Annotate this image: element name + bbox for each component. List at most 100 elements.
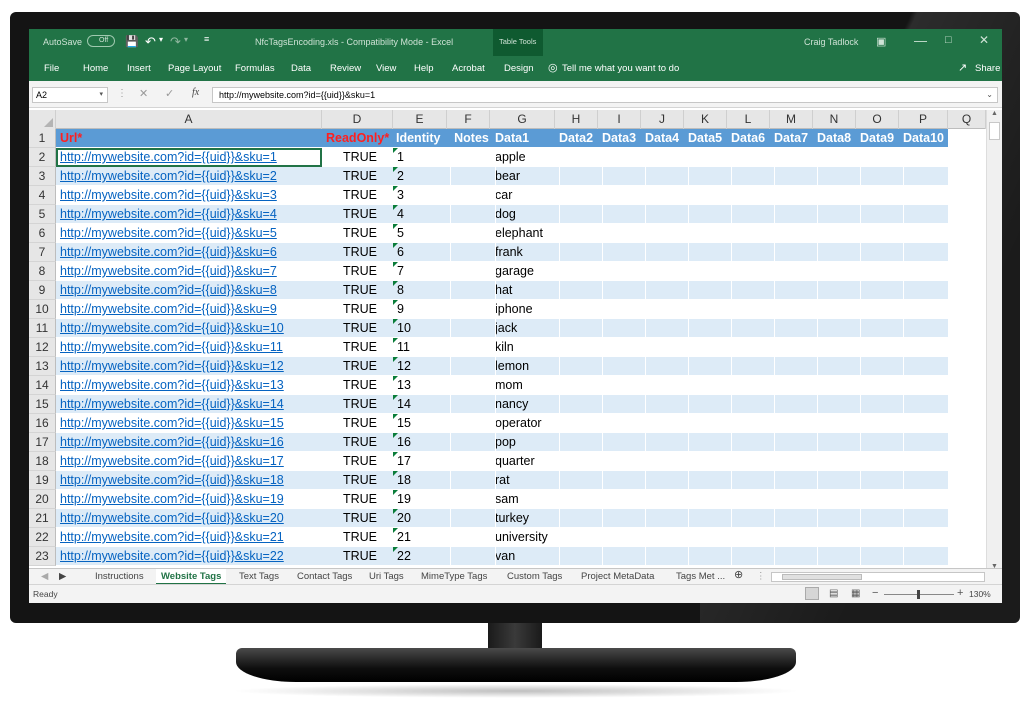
add-sheet-icon[interactable]: ⊕ xyxy=(734,568,743,584)
empty-cell[interactable] xyxy=(903,300,948,319)
empty-cell[interactable] xyxy=(731,205,774,224)
empty-cell[interactable] xyxy=(495,262,560,281)
readonly-cell[interactable]: TRUE xyxy=(326,148,393,167)
identity-cell[interactable]: 22 xyxy=(393,547,447,566)
empty-cell[interactable] xyxy=(645,395,688,414)
row-header[interactable]: 15 xyxy=(29,395,56,414)
empty-cell[interactable] xyxy=(559,471,602,490)
empty-cell[interactable] xyxy=(495,433,560,452)
identity-cell[interactable]: 2 xyxy=(393,167,447,186)
empty-cell[interactable] xyxy=(602,300,645,319)
readonly-cell[interactable]: TRUE xyxy=(326,547,393,566)
empty-cell[interactable] xyxy=(688,319,731,338)
empty-cell[interactable] xyxy=(860,433,903,452)
empty-cell[interactable] xyxy=(645,452,688,471)
readonly-cell[interactable]: TRUE xyxy=(326,433,393,452)
tab-split-grip-icon[interactable]: ⋮ xyxy=(756,569,766,585)
empty-cell[interactable] xyxy=(495,376,560,395)
empty-cell[interactable] xyxy=(688,376,731,395)
empty-cell[interactable] xyxy=(495,281,560,300)
empty-cell[interactable] xyxy=(731,528,774,547)
column-header-g[interactable]: G xyxy=(490,110,555,129)
tab-data[interactable]: Data xyxy=(291,63,311,74)
empty-cell[interactable] xyxy=(774,262,817,281)
header-notes[interactable]: Notes xyxy=(450,129,493,148)
readonly-cell[interactable]: TRUE xyxy=(326,395,393,414)
empty-cell[interactable] xyxy=(602,319,645,338)
empty-cell[interactable] xyxy=(688,357,731,376)
row-header[interactable]: 8 xyxy=(29,262,56,281)
name-box-dropdown-icon[interactable]: ▾ xyxy=(99,90,103,98)
readonly-cell[interactable]: TRUE xyxy=(326,414,393,433)
empty-cell[interactable] xyxy=(817,433,860,452)
empty-cell[interactable] xyxy=(602,490,645,509)
empty-cell[interactable] xyxy=(817,528,860,547)
readonly-cell[interactable]: TRUE xyxy=(326,224,393,243)
empty-cell[interactable] xyxy=(602,281,645,300)
empty-cell[interactable] xyxy=(688,300,731,319)
identity-cell[interactable]: 8 xyxy=(393,281,447,300)
empty-cell[interactable] xyxy=(450,433,493,452)
empty-cell[interactable] xyxy=(774,433,817,452)
empty-cell[interactable] xyxy=(774,224,817,243)
empty-cell[interactable] xyxy=(903,528,948,547)
empty-cell[interactable] xyxy=(559,148,602,167)
zoom-in-icon[interactable]: + xyxy=(957,587,963,599)
empty-cell[interactable] xyxy=(645,205,688,224)
insert-function-icon[interactable]: fx xyxy=(192,87,199,98)
empty-cell[interactable] xyxy=(559,262,602,281)
maximize-icon[interactable]: □ xyxy=(945,34,952,46)
empty-cell[interactable] xyxy=(559,509,602,528)
readonly-cell[interactable]: TRUE xyxy=(326,376,393,395)
empty-cell[interactable] xyxy=(559,300,602,319)
confirm-entry-icon[interactable]: ✓ xyxy=(165,87,174,100)
identity-cell[interactable]: 20 xyxy=(393,509,447,528)
sheet-tab-website-tags[interactable]: Website Tags xyxy=(156,569,227,585)
autosave-toggle[interactable]: Off xyxy=(87,35,115,47)
empty-cell[interactable] xyxy=(903,376,948,395)
readonly-cell[interactable]: TRUE xyxy=(326,205,393,224)
empty-cell[interactable] xyxy=(645,357,688,376)
row-header[interactable]: 13 xyxy=(29,357,56,376)
empty-cell[interactable] xyxy=(860,528,903,547)
identity-cell[interactable]: 17 xyxy=(393,452,447,471)
empty-cell[interactable] xyxy=(450,452,493,471)
url-cell[interactable]: http://mywebsite.com?id={{uid}}&sku=3 xyxy=(60,186,322,205)
column-header-p[interactable]: P xyxy=(899,110,948,129)
empty-cell[interactable] xyxy=(645,186,688,205)
empty-cell[interactable] xyxy=(731,471,774,490)
empty-cell[interactable] xyxy=(731,300,774,319)
empty-cell[interactable] xyxy=(817,357,860,376)
url-cell[interactable]: http://mywebsite.com?id={{uid}}&sku=11 xyxy=(60,338,322,357)
empty-cell[interactable] xyxy=(645,167,688,186)
url-cell[interactable]: http://mywebsite.com?id={{uid}}&sku=9 xyxy=(60,300,322,319)
empty-cell[interactable] xyxy=(559,243,602,262)
empty-cell[interactable] xyxy=(774,319,817,338)
url-cell[interactable]: http://mywebsite.com?id={{uid}}&sku=12 xyxy=(60,357,322,376)
empty-cell[interactable] xyxy=(731,395,774,414)
empty-cell[interactable] xyxy=(860,167,903,186)
ribbon-display-icon[interactable]: ▣ xyxy=(876,35,886,48)
zoom-level[interactable]: 130% xyxy=(969,589,991,599)
error-indicator-icon[interactable] xyxy=(393,319,398,324)
empty-cell[interactable] xyxy=(688,243,731,262)
empty-cell[interactable] xyxy=(645,148,688,167)
empty-cell[interactable] xyxy=(903,243,948,262)
empty-cell[interactable] xyxy=(817,452,860,471)
url-cell[interactable]: http://mywebsite.com?id={{uid}}&sku=5 xyxy=(60,224,322,243)
tab-design[interactable]: Design xyxy=(504,63,534,74)
empty-cell[interactable] xyxy=(688,528,731,547)
empty-cell[interactable] xyxy=(774,281,817,300)
row-header[interactable]: 22 xyxy=(29,528,56,547)
url-cell[interactable]: http://mywebsite.com?id={{uid}}&sku=22 xyxy=(60,547,322,566)
empty-cell[interactable] xyxy=(817,319,860,338)
column-header-q[interactable]: Q xyxy=(948,110,986,129)
empty-cell[interactable] xyxy=(731,281,774,300)
empty-cell[interactable] xyxy=(645,319,688,338)
row-header[interactable]: 4 xyxy=(29,186,56,205)
header-data4[interactable]: Data4 xyxy=(645,129,688,148)
identity-cell[interactable]: 4 xyxy=(393,205,447,224)
url-cell[interactable]: http://mywebsite.com?id={{uid}}&sku=6 xyxy=(60,243,322,262)
url-cell[interactable]: http://mywebsite.com?id={{uid}}&sku=4 xyxy=(60,205,322,224)
url-cell[interactable]: http://mywebsite.com?id={{uid}}&sku=21 xyxy=(60,528,322,547)
